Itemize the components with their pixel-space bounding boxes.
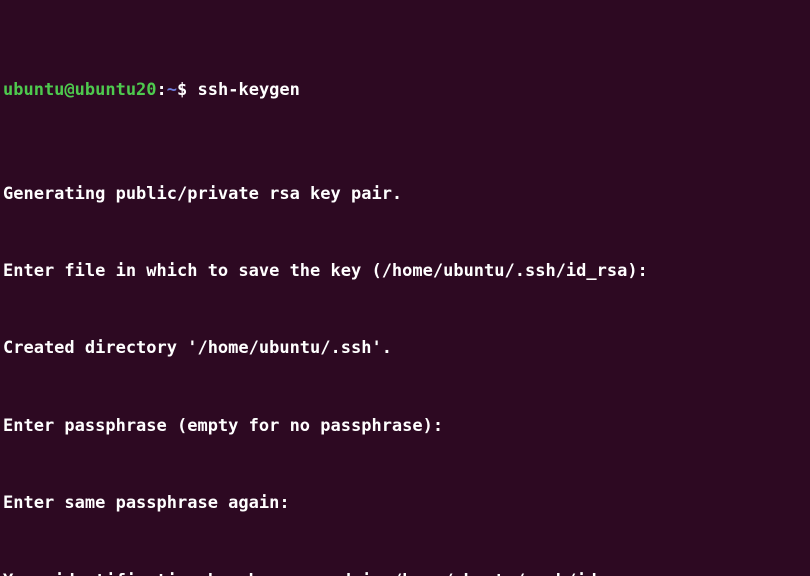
output-line-identification-saved: Your identification has been saved in /h… xyxy=(3,569,810,576)
prompt-command: ssh-keygen xyxy=(187,80,300,100)
terminal-window[interactable]: ubuntu@ubuntu20:~$ ssh-keygen Generating… xyxy=(0,0,810,576)
output-line-enter-passphrase: Enter passphrase (empty for no passphras… xyxy=(3,415,444,436)
output-line-enter-file: Enter file in which to save the key (/ho… xyxy=(3,260,648,281)
terminal-screen[interactable]: ubuntu@ubuntu20:~$ ssh-keygen Generating… xyxy=(3,1,810,576)
prompt-line: ubuntu@ubuntu20:~$ ssh-keygen xyxy=(3,78,810,104)
prompt-separator: : xyxy=(156,80,167,101)
command-text: ssh-keygen xyxy=(197,80,300,101)
output-line-created-directory: Created directory '/home/ubuntu/.ssh'. xyxy=(3,338,392,359)
prompt-path: ~ xyxy=(166,80,178,101)
prompt-sigil: $ xyxy=(177,80,188,101)
prompt-user-host: ubuntu@ubuntu20 xyxy=(3,80,157,101)
output-line-enter-same-passphrase: Enter same passphrase again: xyxy=(3,493,290,514)
output-line-generating: Generating public/private rsa key pair. xyxy=(3,183,403,204)
